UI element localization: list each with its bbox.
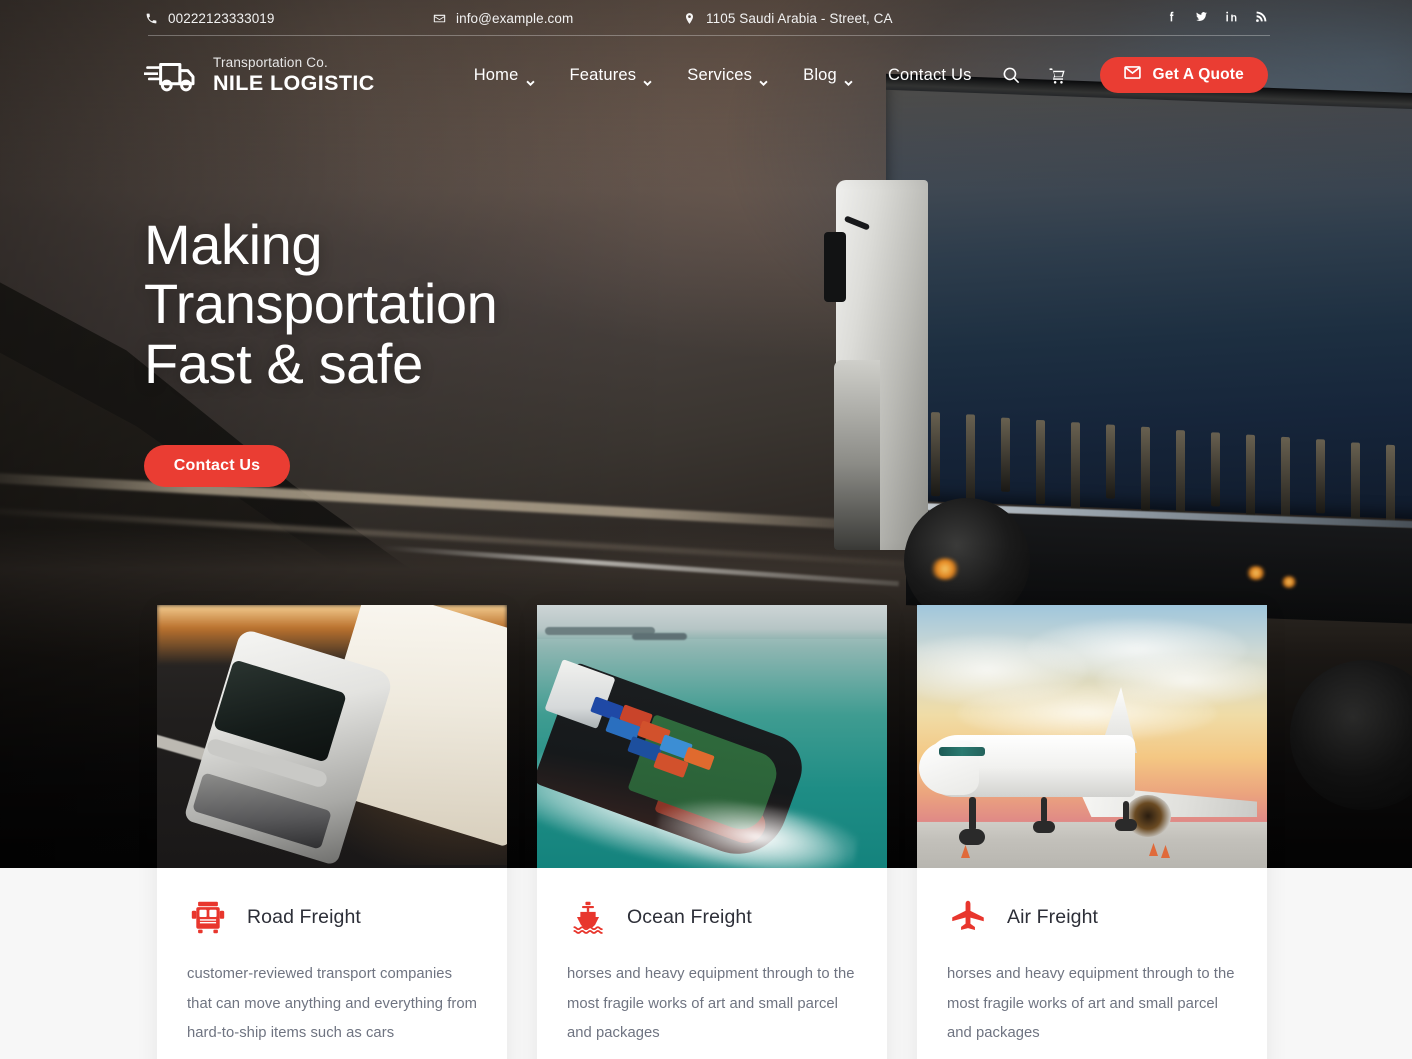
service-description: customer-reviewed transport companies th…: [187, 966, 477, 1042]
cart-icon[interactable]: [1047, 64, 1069, 86]
topbar-email[interactable]: info@example.com: [432, 11, 682, 26]
service-card-road-freight[interactable]: Road Freight customer-reviewed transport…: [157, 605, 507, 1059]
phone-icon: [144, 11, 158, 25]
facebook-icon[interactable]: [1165, 10, 1178, 26]
nav-item-home[interactable]: Home: [473, 65, 535, 87]
topbar-address-text: 1105 Saudi Arabia - Street, CA: [706, 10, 893, 26]
chevron-down-icon: [643, 72, 652, 87]
envelope-icon: [1123, 66, 1141, 84]
top-contact-bar: 00222123333019 info@example.com 1105 Sau…: [0, 0, 1412, 36]
nav-label-blog: Blog: [803, 65, 837, 84]
chevron-down-icon: [525, 72, 535, 87]
nav-item-features[interactable]: Features: [569, 65, 653, 87]
road-freight-image: [157, 605, 507, 868]
header-actions: Get A Quote: [1001, 57, 1268, 93]
nav-label-home: Home: [473, 65, 519, 84]
topbar-address: 1105 Saudi Arabia - Street, CA: [682, 11, 1165, 26]
hero-content: Making Transportation Fast & safe Contac…: [144, 213, 784, 488]
envelope-icon: [432, 11, 446, 25]
service-title: Air Freight: [1007, 905, 1099, 928]
nav-label-services: Services: [687, 65, 753, 84]
service-description: horses and heavy equipment through to th…: [947, 966, 1235, 1042]
truck-icon: [144, 55, 200, 95]
logo-tagline: Transportation Co.: [213, 54, 328, 70]
air-freight-image: [917, 605, 1267, 868]
service-card-air-freight[interactable]: Air Freight horses and heavy equipment t…: [917, 605, 1267, 1059]
ocean-freight-image: [537, 605, 887, 868]
topbar-phone[interactable]: 00222123333019: [144, 11, 432, 26]
service-cards: Road Freight customer-reviewed transport…: [157, 605, 1267, 1059]
get-a-quote-button[interactable]: Get A Quote: [1099, 57, 1268, 93]
topbar-phone-text: 00222123333019: [168, 10, 275, 26]
site-header: Transportation Co. NILE LOGISTIC Home Fe…: [0, 36, 1412, 114]
service-card-ocean-freight[interactable]: Ocean Freight horses and heavy equipment…: [537, 605, 887, 1059]
nav-item-contact-us[interactable]: Contact Us: [888, 66, 972, 85]
nav-item-services[interactable]: Services: [687, 65, 768, 87]
social-links: [1165, 10, 1268, 26]
service-title: Road Freight: [247, 905, 361, 928]
nav-label-contact-us: Contact Us: [887, 65, 972, 84]
linkedin-icon[interactable]: [1225, 10, 1238, 26]
twitter-icon[interactable]: [1195, 10, 1208, 26]
chevron-down-icon: [759, 72, 768, 87]
location-pin-icon: [682, 11, 696, 25]
hero-title: Making Transportation Fast & safe: [144, 213, 498, 395]
service-title: Ocean Freight: [627, 905, 752, 928]
service-description: horses and heavy equipment through to th…: [567, 966, 855, 1042]
page-root: 00222123333019 info@example.com 1105 Sau…: [0, 0, 1412, 1059]
nav-label-features: Features: [569, 65, 637, 84]
hero-contact-us-button[interactable]: Contact Us: [144, 445, 290, 488]
site-logo[interactable]: Transportation Co. NILE LOGISTIC: [144, 55, 375, 95]
truck-front-icon: [187, 896, 229, 938]
get-a-quote-label: Get A Quote: [1152, 66, 1244, 83]
search-icon[interactable]: [1001, 64, 1023, 86]
topbar-email-text: info@example.com: [456, 10, 574, 26]
plane-icon: [947, 896, 989, 938]
rss-icon[interactable]: [1255, 10, 1268, 26]
nav-item-blog[interactable]: Blog: [803, 65, 853, 87]
main-nav: Home Features Services Blog Contact Us: [473, 65, 972, 87]
logo-name: NILE LOGISTIC: [213, 70, 375, 95]
ship-icon: [567, 896, 609, 938]
chevron-down-icon: [844, 72, 853, 87]
